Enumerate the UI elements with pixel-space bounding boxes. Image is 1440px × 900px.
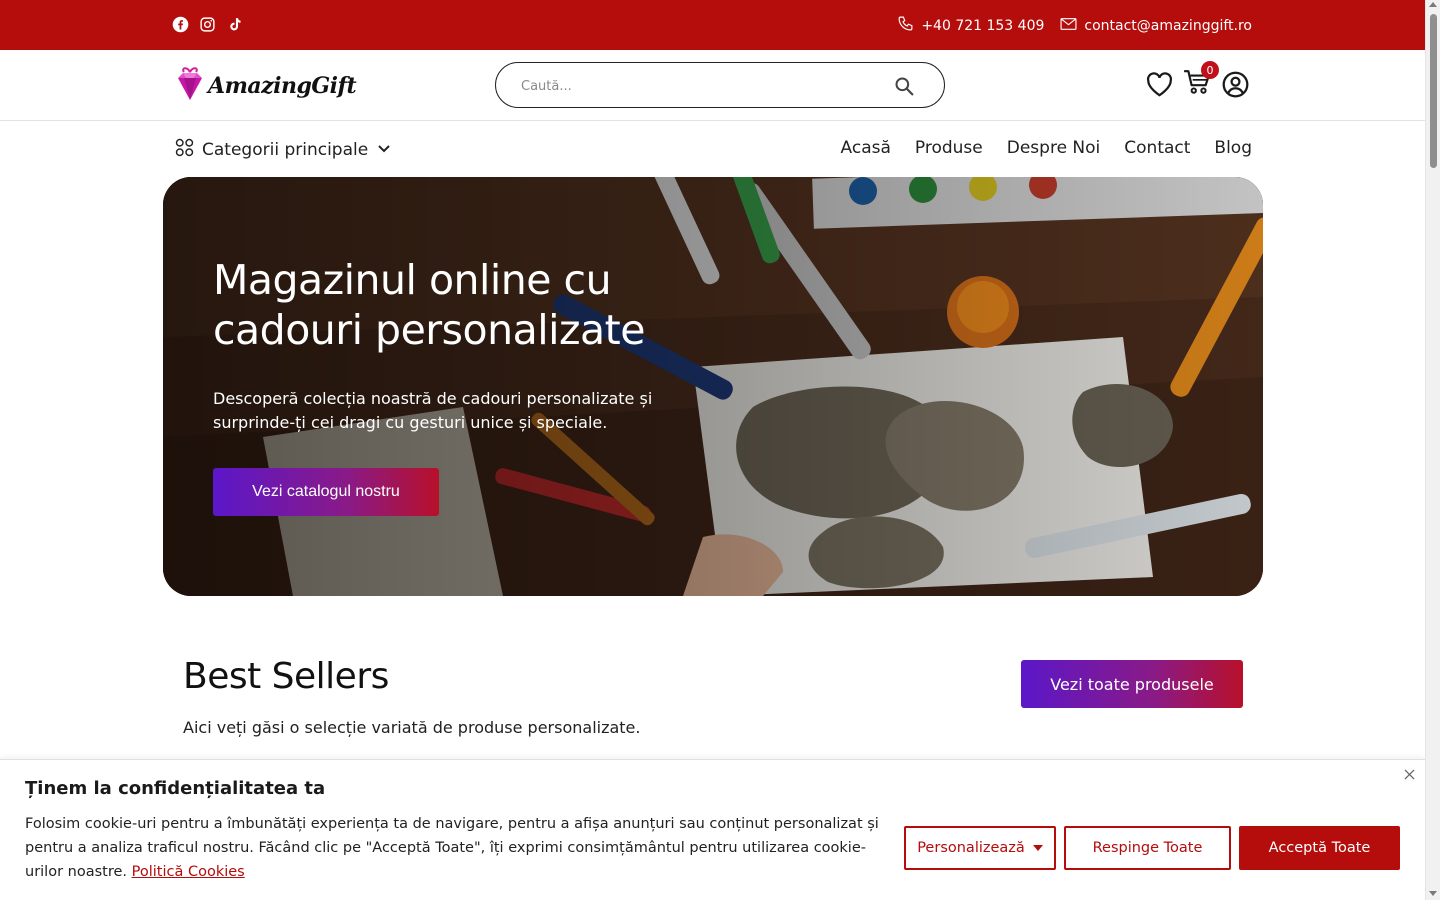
heart-icon[interactable] <box>1145 70 1173 98</box>
scroll-up-arrow[interactable] <box>1429 2 1437 7</box>
hero-banner: Magazinul online cu cadouri personalizat… <box>163 177 1263 596</box>
main-nav: Categorii principale Acasă Produse Despr… <box>0 121 1425 177</box>
best-sellers-subtitle: Aici veți găsi o selecție variată de pro… <box>183 718 641 737</box>
email-link[interactable]: contact@amazinggift.ro <box>1060 17 1252 35</box>
customize-label: Personalizează <box>917 840 1025 856</box>
cookie-reject-button[interactable]: Respinge Toate <box>1064 826 1231 870</box>
cookie-text-block: Folosim cookie-uri pentru a îmbunătăți e… <box>25 812 895 884</box>
site-logo[interactable]: AmazingGift <box>175 66 357 106</box>
chevron-down-icon <box>376 140 392 161</box>
search-input[interactable] <box>521 75 881 97</box>
nav-link-produse[interactable]: Produse <box>915 138 983 158</box>
search-box <box>495 62 945 108</box>
hero-title: Magazinul online cu cadouri personalizat… <box>213 256 645 354</box>
search-icon[interactable] <box>894 76 914 96</box>
scrollbar-thumb[interactable] <box>1430 14 1437 168</box>
tiktok-icon[interactable] <box>226 16 243 33</box>
cart-button[interactable]: 0 <box>1183 61 1219 98</box>
top-bar: +40 721 153 409 contact@amazinggift.ro <box>0 0 1425 50</box>
user-icon[interactable] <box>1221 70 1249 98</box>
nav-link-contact[interactable]: Contact <box>1124 138 1190 158</box>
cart-count-badge: 0 <box>1201 61 1219 79</box>
instagram-icon[interactable] <box>199 16 216 33</box>
phone-number: +40 721 153 409 <box>921 17 1045 34</box>
mail-icon <box>1060 17 1077 35</box>
nav-link-acasa[interactable]: Acasă <box>841 138 891 158</box>
nav-link-blog[interactable]: Blog <box>1214 138 1252 158</box>
hero-subtitle: Descoperă colecția noastră de cadouri pe… <box>213 389 653 432</box>
site-header: AmazingGift 0 <box>0 50 1425 121</box>
best-sellers-title: Best Sellers <box>183 656 389 697</box>
cookie-customize-button[interactable]: Personalizează <box>904 826 1056 870</box>
diamond-gift-icon <box>175 66 205 106</box>
page-scrollbar[interactable] <box>1425 0 1440 900</box>
social-links <box>172 16 243 33</box>
nav-links: Acasă Produse Despre Noi Contact Blog <box>841 138 1252 158</box>
hero-catalog-button[interactable]: Vezi catalogul nostru <box>213 468 439 516</box>
close-icon[interactable] <box>1401 766 1417 782</box>
view-all-products-button[interactable]: Vezi toate produsele <box>1021 660 1243 708</box>
email-address: contact@amazinggift.ro <box>1084 17 1252 34</box>
grid-icon <box>175 138 194 162</box>
phone-icon <box>897 15 914 36</box>
cookie-banner: Ținem la confidențialitatea ta Folosim c… <box>0 759 1425 900</box>
logo-text: AmazingGift <box>208 73 357 99</box>
categories-label: Categorii principale <box>202 140 369 160</box>
scroll-down-arrow[interactable] <box>1429 891 1437 896</box>
caret-down-icon <box>1032 840 1043 856</box>
facebook-icon[interactable] <box>172 16 189 33</box>
cookie-accept-button[interactable]: Acceptă Toate <box>1239 826 1400 870</box>
categories-dropdown[interactable]: Categorii principale <box>175 138 392 162</box>
contact-info: +40 721 153 409 contact@amazinggift.ro <box>897 15 1252 36</box>
cookie-title: Ținem la confidențialitatea ta <box>25 778 326 799</box>
cookie-policy-link[interactable]: Politică Cookies <box>132 864 245 880</box>
phone-link[interactable]: +40 721 153 409 <box>897 15 1044 36</box>
nav-link-despre-noi[interactable]: Despre Noi <box>1007 138 1101 158</box>
header-actions: 0 <box>1145 61 1249 98</box>
